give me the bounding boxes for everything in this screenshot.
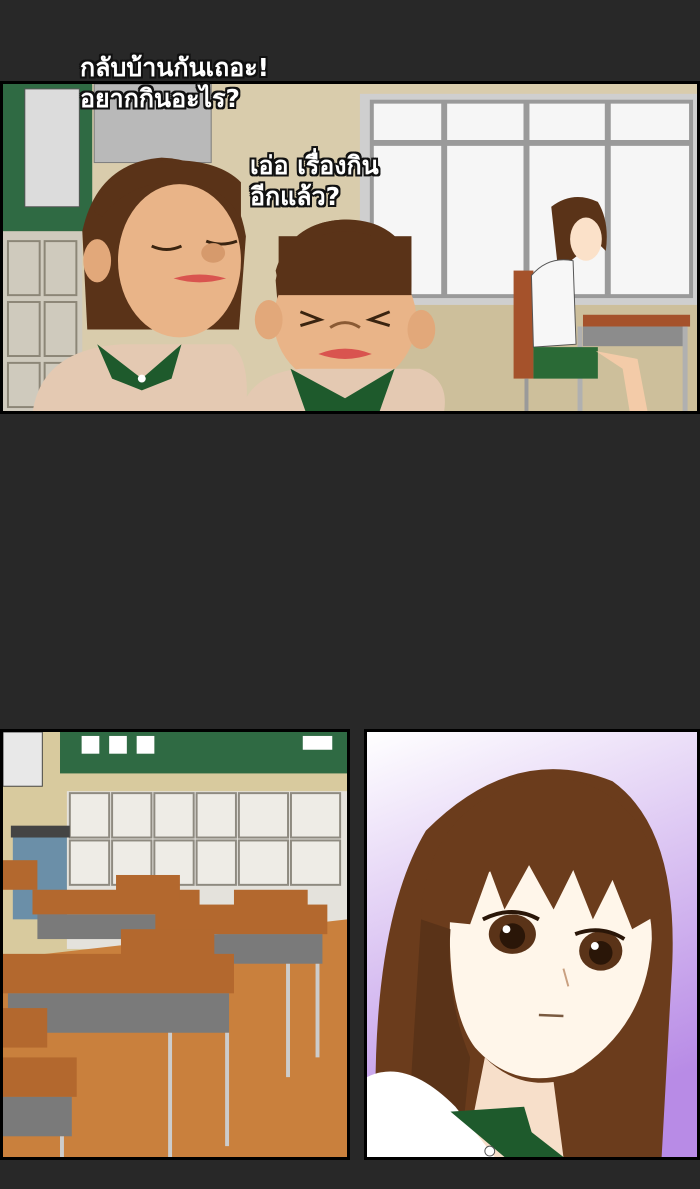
comic-panel-girl-portrait xyxy=(364,729,700,1160)
comic-panel-empty-classroom xyxy=(0,729,350,1160)
panel-art xyxy=(3,732,347,1157)
speech-text-food-again: เอ่อ เรื่องกิน อีกแล้ว? xyxy=(250,150,379,212)
comic-panel-classroom-chat xyxy=(0,81,700,414)
speech-line-1: กลับบ้านกันเถอะ! xyxy=(80,53,270,82)
panel-art xyxy=(367,732,697,1157)
panel-art xyxy=(3,84,697,411)
speech-line-2: อยากกินอะไร? xyxy=(80,84,241,113)
speech-line-1: เอ่อ เรื่องกิน xyxy=(250,151,379,180)
speech-line-2: อีกแล้ว? xyxy=(250,182,341,211)
speech-text-lets-go-home: กลับบ้านกันเถอะ! อยากกินอะไร? xyxy=(80,52,269,114)
